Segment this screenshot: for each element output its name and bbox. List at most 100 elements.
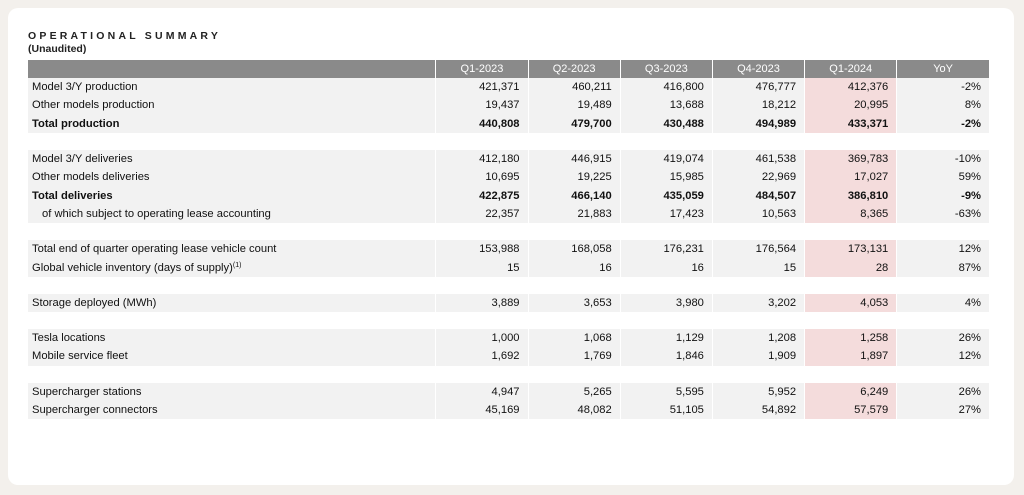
cell-yoy: 87% <box>896 258 989 277</box>
cell-q1-2024: 6,249 <box>804 382 897 401</box>
cell-q1-2024: 8,365 <box>804 204 897 224</box>
cell-q1-2023: 422,875 <box>435 186 529 205</box>
row-label: Other models production <box>28 96 436 115</box>
cell-q4-2023: 176,564 <box>711 240 805 259</box>
table-row-lease-vehicle-count: Total end of quarter operating lease veh… <box>28 240 989 259</box>
cell-q3-2023: 3,980 <box>619 293 713 312</box>
cell-q2-2023: 466,140 <box>527 186 621 205</box>
cell-q2-2023: 48,082 <box>527 400 621 420</box>
table-row-supercharger-connectors: Supercharger connectors 45,169 48,082 51… <box>28 400 989 420</box>
cell-q2-2023: 5,265 <box>527 382 621 401</box>
row-label: Tesla locations <box>28 328 436 348</box>
cell-q1-2023: 10,695 <box>435 168 529 187</box>
page-subtitle: (Unaudited) <box>28 43 87 55</box>
row-spacer <box>28 365 989 383</box>
cell-q4-2023: 15 <box>711 258 805 277</box>
table-row-total-deliveries: Total deliveries 422,875 466,140 435,059… <box>28 186 989 205</box>
cell-q1-2024: 369,783 <box>804 149 897 169</box>
cell-q1-2024: 17,027 <box>804 168 897 187</box>
cell-yoy: 27% <box>896 400 989 420</box>
row-spacer <box>28 311 989 329</box>
row-label-text: Global vehicle inventory (days of supply… <box>32 261 233 274</box>
cell-q1-2024: 1,258 <box>804 328 897 348</box>
cell-q4-2023: 484,507 <box>711 186 805 205</box>
cell-q4-2023: 1,909 <box>711 347 805 366</box>
row-label: Mobile service fleet <box>28 347 436 366</box>
cell-q4-2023: 18,212 <box>711 96 805 115</box>
row-label: Global vehicle inventory (days of supply… <box>28 258 436 277</box>
cell-q1-2023: 412,180 <box>435 149 529 169</box>
operational-summary-table: Q1-2023 Q2-2023 Q3-2023 Q4-2023 Q1-2024 … <box>28 60 989 420</box>
table-row-mobile-service-fleet: Mobile service fleet 1,692 1,769 1,846 1… <box>28 347 989 366</box>
cell-q3-2023: 16 <box>619 258 713 277</box>
cell-q1-2023: 1,000 <box>435 328 529 348</box>
cell-q3-2023: 419,074 <box>619 149 713 169</box>
row-spacer <box>28 223 989 241</box>
table-row-tesla-locations: Tesla locations 1,000 1,068 1,129 1,208 … <box>28 328 989 348</box>
cell-q3-2023: 430,488 <box>619 114 713 133</box>
row-label: of which subject to operating lease acco… <box>28 204 436 224</box>
cell-q1-2024: 1,897 <box>804 347 897 366</box>
cell-q3-2023: 51,105 <box>619 400 713 420</box>
cell-yoy: 26% <box>896 328 989 348</box>
cell-q3-2023: 435,059 <box>619 186 713 205</box>
cell-q3-2023: 5,595 <box>619 382 713 401</box>
cell-q2-2023: 19,225 <box>527 168 621 187</box>
cell-q4-2023: 54,892 <box>711 400 805 420</box>
cell-q2-2023: 21,883 <box>527 204 621 224</box>
row-label: Other models deliveries <box>28 168 436 187</box>
cell-q2-2023: 19,489 <box>527 96 621 115</box>
row-label: Total production <box>28 114 436 133</box>
cell-q1-2024: 433,371 <box>804 114 897 133</box>
cell-q3-2023: 1,129 <box>619 328 713 348</box>
column-header-q3-2023: Q3-2023 <box>619 60 713 78</box>
cell-q4-2023: 22,969 <box>711 168 805 187</box>
cell-q1-2023: 421,371 <box>435 78 529 97</box>
table-row-other-models-deliveries: Other models deliveries 10,695 19,225 15… <box>28 168 989 187</box>
cell-q1-2024: 20,995 <box>804 96 897 115</box>
cell-q2-2023: 3,653 <box>527 293 621 312</box>
cell-q2-2023: 168,058 <box>527 240 621 259</box>
cell-q1-2023: 153,988 <box>435 240 529 259</box>
cell-q1-2023: 1,692 <box>435 347 529 366</box>
row-label: Model 3/Y deliveries <box>28 149 436 169</box>
cell-q2-2023: 1,068 <box>527 328 621 348</box>
table-header-row: Q1-2023 Q2-2023 Q3-2023 Q4-2023 Q1-2024 … <box>28 60 989 78</box>
cell-yoy: 59% <box>896 168 989 187</box>
cell-q4-2023: 461,538 <box>711 149 805 169</box>
cell-q2-2023: 1,769 <box>527 347 621 366</box>
row-label: Total deliveries <box>28 186 436 205</box>
column-header-q1-2024: Q1-2024 <box>804 60 897 78</box>
cell-q1-2024: 173,131 <box>804 240 897 259</box>
cell-q2-2023: 479,700 <box>527 114 621 133</box>
footnote-marker: (1) <box>232 261 242 269</box>
cell-yoy: 8% <box>896 96 989 115</box>
cell-q3-2023: 1,846 <box>619 347 713 366</box>
table-row-model-3y-production: Model 3/Y production 421,371 460,211 416… <box>28 78 989 97</box>
table-row-operating-lease-deliveries: of which subject to operating lease acco… <box>28 204 989 224</box>
cell-yoy: -10% <box>896 149 989 169</box>
cell-yoy: -2% <box>896 114 989 133</box>
row-label: Model 3/Y production <box>28 78 436 97</box>
table-row-other-models-production: Other models production 19,437 19,489 13… <box>28 96 989 115</box>
column-header-yoy: YoY <box>896 60 989 78</box>
table-row-total-production: Total production 440,808 479,700 430,488… <box>28 114 989 133</box>
cell-q2-2023: 16 <box>527 258 621 277</box>
column-header-q4-2023: Q4-2023 <box>711 60 805 78</box>
row-label: Total end of quarter operating lease veh… <box>28 240 436 259</box>
column-header-q2-2023: Q2-2023 <box>527 60 621 78</box>
cell-q2-2023: 460,211 <box>527 78 621 97</box>
cell-q1-2023: 3,889 <box>435 293 529 312</box>
cell-yoy: 12% <box>896 347 989 366</box>
cell-q4-2023: 1,208 <box>711 328 805 348</box>
cell-q1-2024: 57,579 <box>804 400 897 420</box>
cell-yoy: -63% <box>896 204 989 224</box>
cell-q2-2023: 446,915 <box>527 149 621 169</box>
row-spacer <box>28 132 989 150</box>
table-row-supercharger-stations: Supercharger stations 4,947 5,265 5,595 … <box>28 382 989 401</box>
cell-q3-2023: 416,800 <box>619 78 713 97</box>
cell-yoy: 12% <box>896 240 989 259</box>
row-spacer <box>28 276 989 294</box>
row-label: Storage deployed (MWh) <box>28 293 436 312</box>
cell-q1-2024: 28 <box>804 258 897 277</box>
